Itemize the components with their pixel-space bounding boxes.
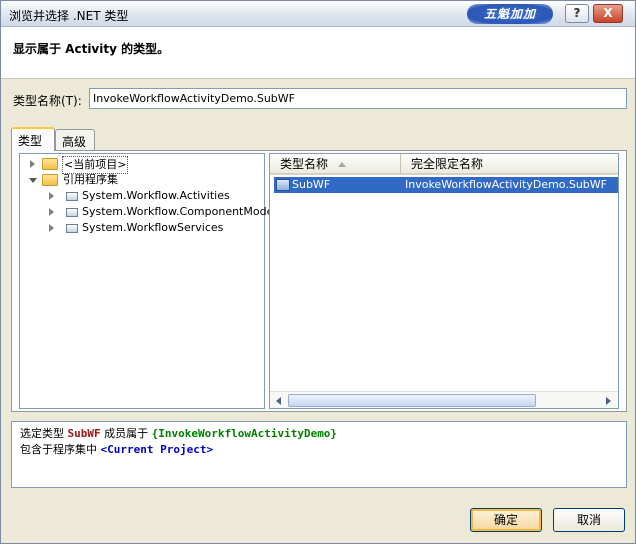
folder-icon bbox=[42, 174, 58, 186]
type-name-label: 类型名称(T): bbox=[13, 94, 82, 108]
close-button[interactable]: X bbox=[593, 4, 623, 23]
tree-item-assembly[interactable]: System.Workflow.ComponentModel bbox=[20, 204, 276, 220]
expand-arrow-icon[interactable] bbox=[30, 160, 35, 168]
column-header-type-name[interactable]: 类型名称 bbox=[270, 154, 401, 175]
scroll-left-icon[interactable] bbox=[276, 397, 281, 405]
description-text: 成员属于 bbox=[104, 427, 149, 440]
dialog-window: 浏览并选择 .NET 类型 五魁加加 ? X 显示属于 Activity 的类型… bbox=[0, 0, 636, 544]
column-header-label: 类型名称 bbox=[280, 157, 329, 171]
brand-badge: 五魁加加 bbox=[467, 4, 553, 24]
cancel-button[interactable]: 取消 bbox=[553, 508, 625, 532]
scrollbar-thumb[interactable] bbox=[288, 394, 536, 407]
selected-type-name: SubWF bbox=[67, 427, 101, 440]
window-title: 浏览并选择 .NET 类型 bbox=[9, 9, 129, 23]
tree-item-label: System.WorkflowServices bbox=[82, 221, 224, 234]
description-text: 包含于程序集中 bbox=[20, 443, 97, 456]
tree-item-assembly[interactable]: System.Workflow.Activities bbox=[20, 188, 260, 204]
class-icon bbox=[276, 179, 290, 191]
column-header-label: 完全限定名称 bbox=[411, 157, 484, 171]
tree-item-current-project[interactable]: <当前项目> bbox=[20, 156, 260, 174]
scroll-right-icon[interactable] bbox=[606, 397, 611, 405]
tree-item-assembly[interactable]: System.WorkflowServices bbox=[20, 220, 260, 236]
header-title: 显示属于 Activity 的类型。 bbox=[13, 42, 170, 56]
title-bar[interactable]: 浏览并选择 .NET 类型 五魁加加 ? X bbox=[1, 1, 635, 27]
assembly-name: <Current Project> bbox=[100, 443, 214, 456]
description-text: 选定类型 bbox=[20, 427, 64, 440]
header-band: 显示属于 Activity 的类型。 bbox=[1, 27, 635, 79]
sort-ascending-icon bbox=[338, 162, 347, 167]
type-name-input[interactable] bbox=[89, 88, 627, 109]
row-type-name: SubWF bbox=[292, 178, 331, 191]
description-line-2: 包含于程序集中 <Current Project> bbox=[20, 442, 618, 458]
tab-types[interactable]: 类型 bbox=[11, 127, 55, 151]
description-panel: 选定类型 SubWF 成员属于 {InvokeWorkflowActivityD… bbox=[11, 421, 627, 488]
expand-arrow-icon[interactable] bbox=[49, 208, 54, 216]
namespace-name: {InvokeWorkflowActivityDemo} bbox=[151, 427, 338, 440]
assembly-tree[interactable]: <当前项目> 引用程序集 System.Workflow.Activities … bbox=[19, 153, 276, 409]
tree-item-label: System.Workflow.Activities bbox=[82, 189, 230, 202]
assembly-icon bbox=[66, 208, 78, 217]
type-list[interactable]: 类型名称 完全限定名称 SubWF InvokeWorkflowActivity… bbox=[269, 153, 619, 409]
help-button[interactable]: ? bbox=[565, 4, 589, 23]
folder-icon bbox=[42, 158, 58, 170]
expand-arrow-icon[interactable] bbox=[49, 224, 54, 232]
column-header-qualified-name[interactable]: 完全限定名称 bbox=[401, 154, 618, 175]
tab-advanced[interactable]: 高级 bbox=[55, 129, 95, 150]
tree-item-referenced-assemblies[interactable]: 引用程序集 bbox=[20, 172, 260, 188]
table-row[interactable]: SubWF InvokeWorkflowActivityDemo.SubWF bbox=[274, 177, 618, 193]
tree-item-label: System.Workflow.ComponentModel bbox=[82, 205, 277, 218]
description-line-1: 选定类型 SubWF 成员属于 {InvokeWorkflowActivityD… bbox=[20, 426, 618, 442]
assembly-icon bbox=[66, 192, 78, 201]
assembly-icon bbox=[66, 224, 78, 233]
collapse-arrow-icon[interactable] bbox=[29, 178, 37, 183]
expand-arrow-icon[interactable] bbox=[49, 192, 54, 200]
ok-button[interactable]: 确定 bbox=[470, 508, 542, 532]
row-qualified-name: InvokeWorkflowActivityDemo.SubWF bbox=[405, 178, 607, 191]
tree-item-label: 引用程序集 bbox=[63, 173, 118, 186]
horizontal-scrollbar[interactable] bbox=[270, 391, 618, 408]
